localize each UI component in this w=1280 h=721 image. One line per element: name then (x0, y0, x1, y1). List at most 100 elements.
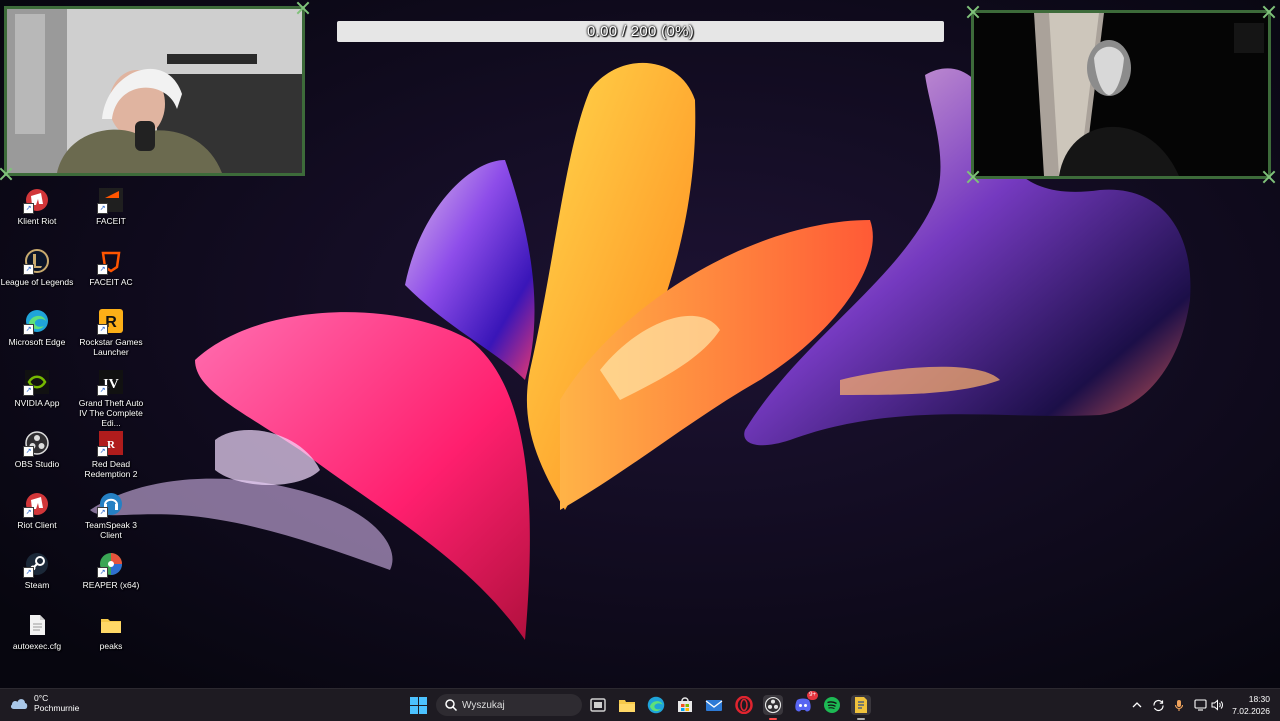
weather-temperature: 0°C (34, 693, 49, 703)
desktop-icon-label: Grand Theft Auto IV The Complete Edi... (78, 398, 144, 428)
desktop-icon-autoexec-cfg[interactable]: autoexec.cfg (0, 611, 74, 669)
desktop-icon-steam[interactable]: ↗ Steam (0, 550, 74, 608)
taskbar-microsoft-store[interactable] (675, 695, 695, 715)
desktop-icon-reaper[interactable]: ↗ REAPER (x64) (74, 550, 148, 608)
desktop-icon-rockstar-games-launcher[interactable]: R ↗ Rockstar Games Launcher (74, 307, 148, 365)
weather-widget[interactable]: 0°C Pochmurnie (10, 693, 79, 713)
desktop-icon-label: peaks (99, 641, 123, 651)
webcam-feed-left (7, 9, 302, 173)
taskbar: 0°C Pochmurnie Wyszukaj 9+ 18:30 7.02.20… (0, 688, 1280, 721)
desktop-icon-label: autoexec.cfg (12, 641, 62, 651)
tray-sync[interactable] (1151, 698, 1165, 712)
desktop-icon-faceit[interactable]: ↗ FACEIT (74, 186, 148, 244)
volume-icon (1211, 699, 1223, 711)
taskbar-edge[interactable] (646, 695, 666, 715)
frame-corner-icon (966, 170, 980, 184)
desktop-icon-klient-riot[interactable]: ↗ Klient Riot (0, 186, 74, 244)
file-icon (25, 613, 49, 637)
desktop-icon-nvidia-app[interactable]: ↗ NVIDIA App (0, 368, 74, 426)
microphone-icon (1174, 699, 1184, 711)
taskbar-search[interactable]: Wyszukaj (436, 694, 582, 716)
faceit-icon: ↗ (97, 188, 123, 214)
webcam-overlay-left (4, 6, 305, 176)
windows-logo-icon (410, 697, 418, 705)
notification-badge: 9+ (807, 691, 818, 700)
rockstar-icon: R ↗ (97, 309, 123, 335)
tray-volume[interactable] (1210, 698, 1224, 712)
svg-text:R: R (107, 439, 116, 451)
file-explorer-icon (619, 700, 635, 712)
tray-display[interactable] (1193, 698, 1207, 712)
spotify-icon (824, 697, 840, 713)
desktop-icon-teamspeak-3[interactable]: ↗ TeamSpeak 3 Client (74, 490, 148, 548)
frame-corner-icon (0, 167, 13, 181)
desktop-icon-faceit-ac[interactable]: ↗ FACEIT AC (74, 247, 148, 305)
start-button[interactable] (410, 697, 427, 714)
desktop-icon-microsoft-edge[interactable]: ↗ Microsoft Edge (0, 307, 74, 365)
desktop-icon-league-of-legends[interactable]: ↗ League of Legends (0, 247, 74, 305)
refresh-icon (1152, 699, 1164, 711)
taskbar-discord[interactable]: 9+ (793, 691, 818, 715)
desktop-icon-obs-studio[interactable]: ↗ OBS Studio (0, 429, 74, 487)
desktop-icon-label: NVIDIA App (14, 398, 60, 408)
riot-client-icon: ↗ (23, 188, 49, 214)
desktop-icon-label: FACEIT (96, 216, 126, 226)
cloud-icon (10, 699, 28, 709)
desktop-icon-label: Steam (24, 580, 50, 590)
file-icon (855, 697, 867, 713)
taskbar-spotify[interactable] (822, 695, 842, 715)
folder-icon (99, 613, 123, 637)
gta-iv-icon: IV ↗ (97, 370, 123, 396)
nvidia-icon: ↗ (23, 370, 49, 396)
desktop-icon-label: Red Dead Redemption 2 (84, 459, 138, 479)
search-icon (445, 699, 458, 712)
desktop-icon-label: OBS Studio (14, 459, 60, 469)
desktop-icon-gta-iv[interactable]: IV ↗ Grand Theft Auto IV The Complete Ed… (74, 368, 148, 428)
display-icon (1193, 699, 1207, 711)
taskbar-file-explorer[interactable] (617, 695, 637, 715)
taskbar-opera[interactable] (734, 695, 754, 715)
obs-icon: ↗ (23, 431, 49, 457)
frame-corner-icon (296, 1, 310, 15)
taskbar-clock[interactable]: 18:30 7.02.2026 (1232, 693, 1270, 717)
tray-microphone[interactable] (1172, 698, 1186, 712)
webcam-feed-right (974, 13, 1268, 176)
clock-time: 18:30 (1248, 694, 1270, 704)
desktop-icon-riot-client[interactable]: ↗ Riot Client (0, 490, 74, 548)
goal-progress-bar: 0.00 / 200 (0%) (337, 21, 944, 42)
obs-icon (764, 696, 782, 714)
edge-icon: ↗ (23, 309, 49, 335)
tray-overflow[interactable] (1130, 698, 1144, 712)
rdr2-icon: R ↗ (97, 431, 123, 457)
taskbar-obs[interactable] (763, 695, 783, 720)
desktop-icon-label: REAPER (x64) (82, 580, 140, 590)
steam-icon: ↗ (23, 552, 49, 578)
task-view-icon (590, 698, 606, 712)
desktop-icon-label: League of Legends (0, 277, 74, 287)
frame-corner-icon (1262, 170, 1276, 184)
clock-date: 7.02.2026 (1232, 706, 1270, 716)
frame-corner-icon (966, 5, 980, 19)
taskbar-document[interactable] (851, 695, 871, 720)
teamspeak-icon: ↗ (97, 492, 123, 518)
frame-corner-icon (1262, 5, 1276, 19)
riot-client-icon: ↗ (23, 492, 49, 518)
goal-progress-text: 0.00 / 200 (0%) (586, 23, 695, 40)
webcam-overlay-right (971, 10, 1271, 179)
desktop-icon-label: FACEIT AC (89, 277, 133, 287)
desktop-icon-label: Klient Riot (17, 216, 57, 226)
faceit-ac-icon: ↗ (97, 249, 123, 275)
taskbar-task-view[interactable] (588, 695, 608, 715)
edge-icon (647, 696, 665, 714)
desktop-icon-red-dead-redemption-2[interactable]: R ↗ Red Dead Redemption 2 (74, 429, 148, 487)
desktop-icon-label: Riot Client (17, 520, 57, 530)
microsoft-store-icon (678, 697, 692, 712)
desktop-icon-label: Rockstar Games Launcher (79, 337, 143, 357)
desktop-icon-peaks[interactable]: peaks (74, 611, 148, 669)
desktop-icon-label: TeamSpeak 3 Client (85, 520, 137, 540)
chevron-up-icon (1132, 702, 1142, 708)
mail-icon (705, 700, 723, 711)
taskbar-mail[interactable] (704, 695, 724, 715)
league-of-legends-icon: ↗ (23, 249, 49, 275)
reaper-icon: ↗ (97, 552, 123, 578)
